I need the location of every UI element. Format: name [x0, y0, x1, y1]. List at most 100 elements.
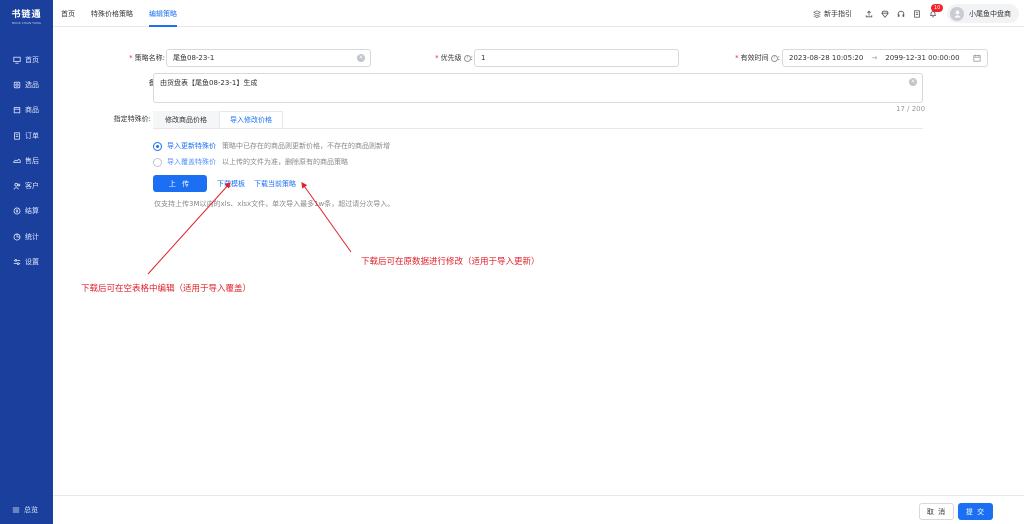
sidebar-item-order[interactable]: 订单 — [0, 123, 53, 148]
radio-button-checked[interactable] — [153, 141, 162, 151]
guide-link[interactable]: 新手指引 — [813, 9, 852, 19]
settle-icon — [12, 207, 21, 216]
radio-import-update[interactable]: 导入更新特殊价 策略中已存在的商品则更新价格，不存在的商品则新增 — [153, 141, 390, 151]
valid-start: 2023-08-28 10:05:20 — [789, 54, 864, 62]
remark-count: 17 / 200 — [896, 105, 926, 113]
headset-icon[interactable] — [894, 7, 907, 20]
header-actions: 新手指引 10 小尾鱼中盘商 — [813, 0, 1024, 27]
valid-time-range[interactable]: 2023-08-28 10:05:20 → 2099-12-31 00:00:0… — [782, 49, 988, 67]
upload-button[interactable]: 上 传 — [153, 175, 207, 192]
range-arrow: → — [871, 54, 878, 62]
user-menu[interactable]: 小尾鱼中盘商 — [947, 4, 1019, 23]
radio-button[interactable] — [153, 157, 162, 167]
settings-icon — [12, 258, 21, 267]
remark-textarea[interactable]: 由货盘表【尾鱼08-23-1】生成 × — [153, 73, 923, 103]
sidebar-item-label: 订单 — [25, 131, 39, 140]
sidebar-nav: 首页 选品 商品 订单 售后 客户 结算 统计 设置 — [0, 47, 53, 275]
special-price-label-text: 指定特殊价: — [113, 115, 151, 123]
tab-special-price-strategy[interactable]: 特殊价格策略 — [83, 0, 141, 27]
tab-label: 特殊价格策略 — [91, 9, 133, 18]
sidebar-item-customer[interactable]: 客户 — [0, 173, 53, 198]
cancel-button[interactable]: 取 消 — [919, 503, 954, 520]
sidebar-item-label: 统计 — [25, 232, 39, 241]
arrow-to-download-current — [301, 182, 352, 253]
menu-icon — [12, 506, 20, 514]
sidebar-item-label: 设置 — [25, 258, 39, 267]
radio-cover-desc: 以上传的文件为准，删除原有的商品策略 — [222, 158, 348, 166]
calendar-icon — [973, 54, 981, 64]
tab-home[interactable]: 首页 — [53, 0, 83, 27]
download-template-link[interactable]: 下载模板 — [217, 179, 245, 189]
stats-icon — [12, 232, 21, 241]
guide-label: 新手指引 — [824, 9, 852, 18]
goods-icon — [12, 106, 21, 115]
footer-bar: 取 消 提 交 — [53, 495, 1024, 524]
bell-icon[interactable]: 10 — [926, 4, 944, 20]
user-name: 小尾鱼中盘商 — [969, 9, 1011, 18]
sidebar-overview-label: 总览 — [24, 506, 38, 514]
valid-time-label: * 有效时间?: — [723, 53, 780, 63]
sidebar-item-select[interactable]: 选品 — [0, 72, 53, 97]
header-tabs: 首页 特殊价格策略 编辑策略 — [53, 0, 185, 27]
required-mark: * — [735, 54, 739, 62]
logo-text: 书链通 — [11, 10, 42, 20]
help-icon[interactable]: ? — [770, 54, 778, 62]
sidebar-item-goods[interactable]: 商品 — [0, 98, 53, 123]
sidebar-item-stats[interactable]: 统计 — [0, 224, 53, 249]
diamond-icon[interactable] — [878, 7, 891, 20]
logo-subtext: BOOK CHAIN TONG — [12, 21, 41, 25]
sidebar-item-settings[interactable]: 设置 — [0, 249, 53, 274]
download-current-link[interactable]: 下载当前策略 — [254, 179, 296, 189]
valid-time-label-text: 有效时间 — [740, 54, 769, 62]
sidebar-item-label: 售后 — [25, 156, 39, 165]
required-mark: * — [129, 54, 133, 62]
tab-edit-strategy[interactable]: 编辑策略 — [141, 0, 185, 27]
monitor-icon — [12, 55, 21, 64]
sidebar-item-settle[interactable]: 结算 — [0, 199, 53, 224]
customer-icon — [12, 182, 21, 191]
arrow-to-download-template — [147, 182, 231, 275]
select-icon — [12, 80, 21, 89]
sidebar-item-label: 商品 — [25, 106, 39, 115]
sidebar-item-label: 选品 — [25, 80, 39, 89]
sidebar-item-home[interactable]: 首页 — [0, 47, 53, 72]
radio-update-desc: 策略中已存在的商品则更新价格，不存在的商品则新增 — [222, 142, 390, 150]
upload-hint: 仅支持上传3M以内的xls、xlsx文件，单次导入最多1w条，超过请分次导入。 — [154, 200, 395, 208]
document-icon[interactable] — [910, 7, 923, 20]
clear-icon[interactable]: × — [909, 78, 917, 86]
submit-button[interactable]: 提 交 — [958, 503, 993, 520]
required-mark: * — [435, 54, 439, 62]
priority-label-text: 优先级 — [440, 54, 462, 62]
tab-divider — [153, 128, 923, 129]
priority-input[interactable]: 1 — [474, 49, 679, 67]
radio-update-label: 导入更新特殊价 — [167, 142, 216, 150]
colon: : — [470, 54, 473, 62]
clear-icon[interactable]: × — [357, 54, 365, 62]
notification-badge: 10 — [931, 4, 944, 12]
help-icon[interactable]: ? — [463, 54, 471, 62]
radio-import-cover[interactable]: 导入覆盖特殊价 以上传的文件为准，删除原有的商品策略 — [153, 157, 348, 167]
tab-label: 修改商品价格 — [165, 116, 207, 124]
annotation-left: 下载后可在空表格中编辑（适用于导入覆盖） — [81, 284, 252, 294]
logo: 书链通 BOOK CHAIN TONG — [0, 0, 53, 30]
sidebar-item-aftersale[interactable]: 售后 — [0, 148, 53, 173]
strategy-name-input[interactable]: 尾鱼08-23-1 × — [166, 49, 371, 67]
valid-end: 2099-12-31 00:00:00 — [885, 54, 960, 62]
top-header: 首页 特殊价格策略 编辑策略 新手指引 10 小尾鱼中盘商 — [53, 0, 1024, 27]
tab-label: 导入修改价格 — [230, 116, 272, 124]
strategy-name-label-text: 策略名称: — [134, 54, 165, 62]
annotation-right: 下载后可在原数据进行修改（适用于导入更新） — [361, 257, 540, 267]
main-content: * 策略名称: 尾鱼08-23-1 × * 优先级?: 1 * 有效时间?: 2023… — [53, 27, 1024, 495]
upload-icon[interactable] — [862, 7, 875, 20]
sidebar-overview[interactable]: 总览 — [0, 501, 53, 519]
priority-label: * 优先级?: — [423, 53, 473, 63]
order-icon — [12, 131, 21, 140]
tab-import-modify-price[interactable]: 导入修改价格 — [219, 111, 283, 129]
tab-label: 首页 — [61, 9, 75, 18]
sidebar-item-label: 首页 — [25, 55, 39, 64]
layers-icon — [813, 9, 821, 18]
remark-value: 由货盘表【尾鱼08-23-1】生成 — [160, 79, 258, 87]
sidebar-item-label: 结算 — [25, 207, 39, 216]
strategy-name-label: * 策略名称: — [119, 53, 165, 63]
tab-modify-goods-price[interactable]: 修改商品价格 — [153, 111, 219, 129]
